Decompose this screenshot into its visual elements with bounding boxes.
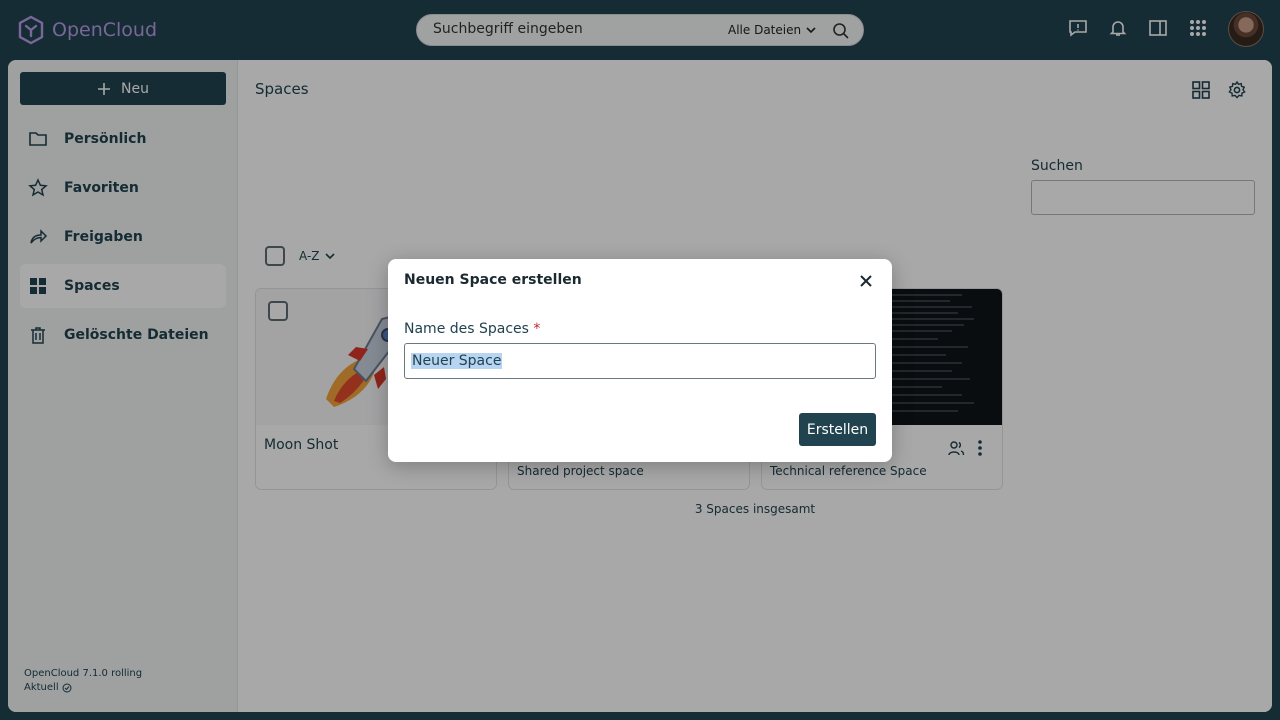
space-name-input[interactable]: Neuer Space (404, 343, 876, 379)
close-icon[interactable] (858, 273, 874, 289)
space-name-value[interactable]: Neuer Space (411, 353, 503, 369)
create-button[interactable]: Erstellen (799, 413, 876, 446)
dialog-title: Neuen Space erstellen (404, 272, 582, 288)
space-name-label: Name des Spaces * (404, 321, 540, 337)
space-name-label-text: Name des Spaces (404, 321, 529, 337)
required-indicator: * (533, 321, 541, 337)
create-space-dialog: Neuen Space erstellen Name des Spaces * … (388, 259, 892, 462)
